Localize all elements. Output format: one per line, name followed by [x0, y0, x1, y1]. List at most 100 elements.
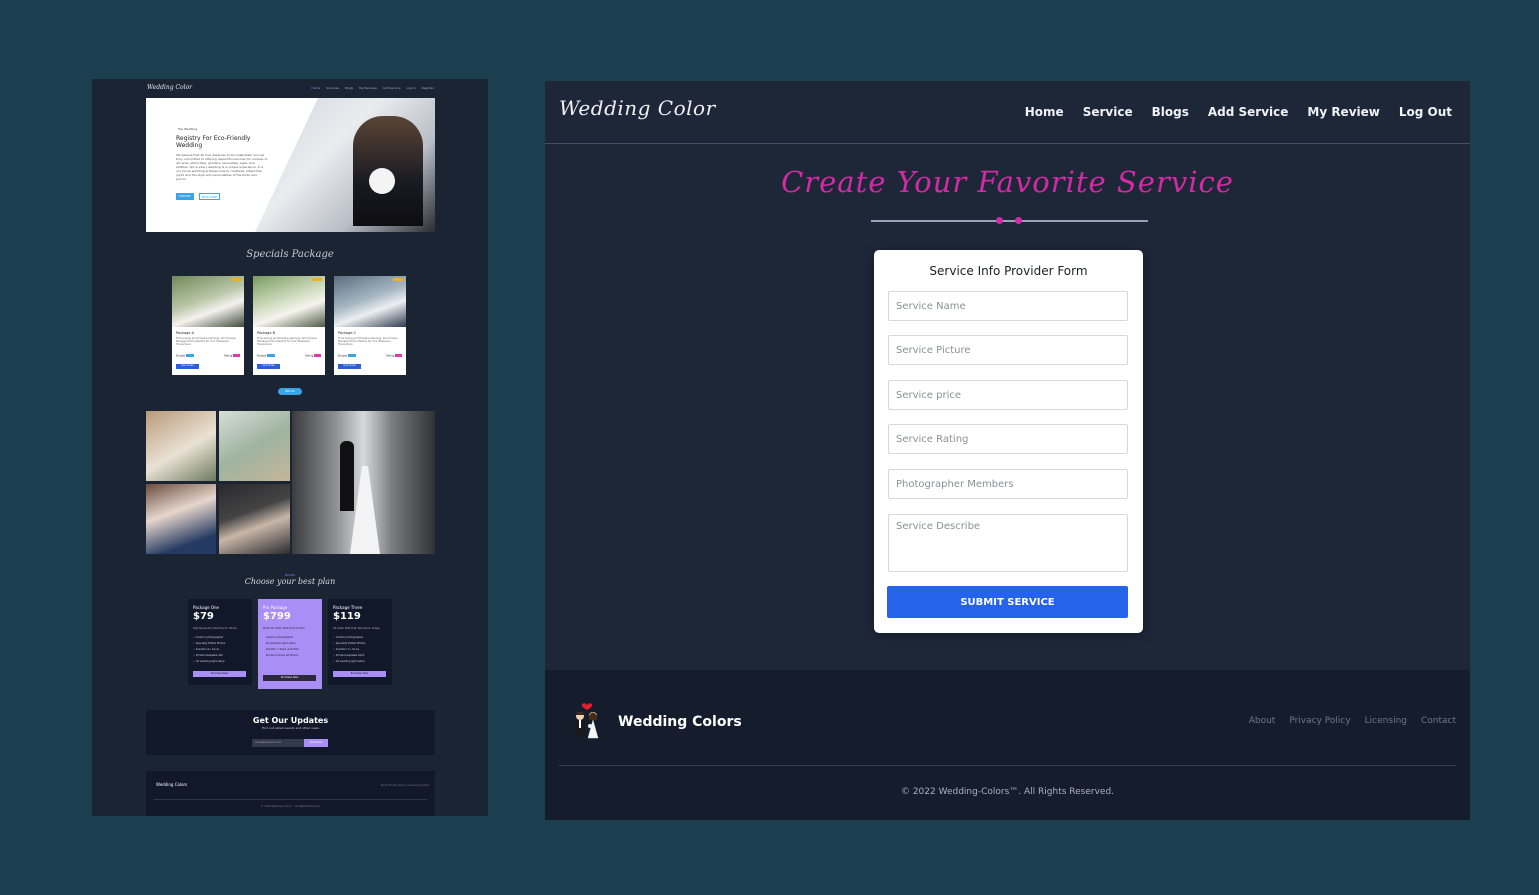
pricing-plan: Package One $79 High Resolution JPG File… [188, 599, 252, 685]
preview-footer-divider [154, 799, 427, 800]
preview-hero: Top Wedding Registry For Eco-Friendly We… [146, 98, 435, 232]
package-image [334, 276, 406, 327]
package-title: Package B [257, 331, 276, 335]
divider-dot [1015, 217, 1022, 224]
package-view-button[interactable]: VIEW DETAIL [176, 364, 199, 369]
package-title: Package C [338, 331, 357, 335]
couple-logo-icon[interactable] [568, 702, 606, 742]
package-rating: Rating [305, 354, 321, 358]
package-rating: Rating [224, 354, 240, 358]
package-image [172, 276, 244, 327]
page-title: Create Your Favorite Service [781, 165, 1234, 199]
package-card: Package A Time saving and timeline plann… [172, 276, 244, 375]
bride-figure [350, 466, 380, 554]
plan-features: Custom photographerAll elements light se… [263, 635, 299, 659]
hero-read-more-button[interactable]: READ MORE [199, 193, 220, 200]
main-nav: Home Service Blogs Add Service My Review… [1025, 105, 1452, 119]
pricing-title: Choose your best plan [244, 577, 336, 586]
package-badge [393, 278, 403, 281]
package-view-button[interactable]: VIEW DETAIL [338, 364, 361, 369]
package-view-button[interactable]: VIEW DETAIL [257, 364, 280, 369]
footer-link-privacy[interactable]: Privacy Policy [1289, 716, 1350, 726]
service-name-input[interactable] [888, 291, 1128, 321]
title-divider [871, 220, 1148, 222]
nav-service[interactable]: Service [1083, 105, 1133, 119]
plan-name: Pro Package [263, 605, 288, 610]
plan-subtitle: Photo 4K Video With More Picture [263, 627, 305, 630]
service-picture-input[interactable] [888, 335, 1128, 365]
specials-title: Specials Package [246, 249, 334, 260]
plan-subtitle: 4K Video With High Resolution Image [333, 627, 380, 630]
preview-nav-my-reviews[interactable]: My Reviews [359, 86, 377, 90]
photo-gallery [146, 411, 435, 554]
footer-link-about[interactable]: About [1249, 716, 1276, 726]
subscribe-button[interactable]: Subscribe [304, 739, 328, 747]
hero-title: Registry For Eco-Friendly Wedding [176, 135, 251, 149]
pricing-plan: Package Three $119 4K Video With High Re… [328, 599, 392, 685]
nav-my-review[interactable]: My Review [1307, 105, 1379, 119]
preview-logo[interactable]: Wedding Color [147, 84, 192, 91]
preview-nav-register[interactable]: Register [422, 86, 434, 90]
footer-brand[interactable]: Wedding Colors [618, 714, 742, 730]
package-desc: Time saving and timeline planning. All I… [257, 337, 317, 346]
footer-link-contact[interactable]: Contact [1421, 716, 1456, 726]
nav-add-service[interactable]: Add Service [1208, 105, 1289, 119]
package-budget: Budget [338, 354, 356, 358]
site-footer: Wedding Colors About Privacy Policy Lice… [545, 670, 1470, 820]
nav-home[interactable]: Home [1025, 105, 1064, 119]
newsletter-section: Get Our Updates Find out about events an… [146, 710, 435, 755]
preview-nav-blogs[interactable]: Blogs [345, 86, 353, 90]
form-title: Service Info Provider Form [929, 264, 1088, 278]
package-desc: Time saving and timeline planning. All I… [338, 337, 398, 346]
nav-log-out[interactable]: Log Out [1399, 105, 1452, 119]
preview-footer-links[interactable]: About Privacy Policy Licensing Contact [381, 784, 429, 787]
groom-figure [340, 441, 354, 511]
package-cards: Package A Time saving and timeline plann… [172, 276, 406, 375]
service-describe-textarea[interactable] [888, 514, 1128, 572]
plan-purchase-button[interactable]: Purchase Now [263, 675, 316, 681]
preview-footer-brand[interactable]: Wedding Colors [156, 782, 187, 787]
gallery-photo [219, 484, 290, 554]
package-card: Package B Time saving and timeline plann… [253, 276, 325, 375]
site-logo[interactable]: Wedding Color [559, 96, 716, 120]
plan-subtitle: High Resolution JPG Files for Album [193, 627, 237, 630]
submit-service-button[interactable]: SUBMIT SERVICE [887, 586, 1128, 618]
hero-bouquet-image [369, 168, 395, 194]
package-badge [231, 278, 241, 281]
preview-nav-home[interactable]: Home [311, 86, 320, 90]
plan-purchase-button[interactable]: Purchase Now [333, 671, 386, 677]
gallery-photo-large [292, 411, 435, 554]
footer-copyright: © 2022 Wedding-Colors™. All Rights Reser… [900, 787, 1115, 797]
pricing-plan-featured: Pro Package $799 Photo 4K Video With Mor… [258, 599, 322, 689]
package-badge [312, 278, 322, 281]
package-desc: Time saving and timeline planning. All I… [176, 337, 236, 346]
newsletter-title: Get Our Updates [252, 716, 329, 725]
package-title: Package A [176, 331, 195, 335]
see-all-button[interactable]: SEE ALL [278, 388, 302, 395]
package-card: Package C Time saving and timeline plann… [334, 276, 406, 375]
navbar: Wedding Color Home Service Blogs Add Ser… [545, 81, 1470, 144]
hero-tag: Top Wedding [178, 127, 198, 131]
service-price-input[interactable] [888, 380, 1128, 410]
package-budget: Budget [176, 354, 194, 358]
package-image [253, 276, 325, 327]
footer-link-licensing[interactable]: Licensing [1365, 716, 1407, 726]
service-rating-input[interactable] [888, 424, 1128, 454]
newsletter-form: email@example.com Subscribe [252, 739, 328, 747]
plan-name: Package One [193, 605, 219, 610]
nav-blogs[interactable]: Blogs [1152, 105, 1189, 119]
preview-nav-login[interactable]: Log In [407, 86, 416, 90]
hero-text: We believe that all love deserves to be … [176, 153, 268, 181]
preview-nav-links: Home Services Blogs My Reviews Add Servi… [311, 86, 434, 90]
preview-nav-services[interactable]: Services [326, 86, 339, 90]
gallery-photo [219, 411, 290, 481]
plan-price: $799 [263, 611, 291, 622]
photographer-members-input[interactable] [888, 469, 1128, 499]
newsletter-email-input[interactable]: email@example.com [255, 741, 281, 744]
plan-features: Custom photographerSpecialty Edited Phot… [193, 635, 225, 665]
hero-explore-button[interactable]: EXPLORE [176, 193, 194, 200]
plan-purchase-button[interactable]: Purchase Now [193, 671, 246, 677]
preview-nav-add-service[interactable]: Add Service [383, 86, 401, 90]
preview-navbar: Wedding Color Home Services Blogs My Rev… [92, 79, 488, 99]
footer-links: About Privacy Policy Licensing Contact [1249, 716, 1456, 726]
